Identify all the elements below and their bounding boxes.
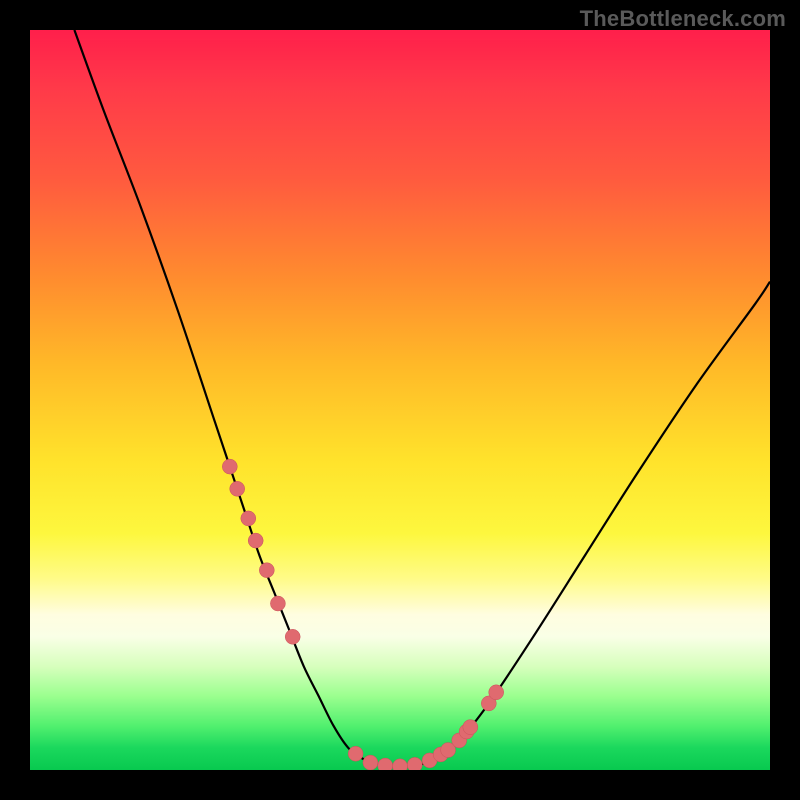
sample-dot [463,720,478,735]
attribution-watermark: TheBottleneck.com [580,6,786,32]
sample-dot [348,746,363,761]
gradient-plot-area [30,30,770,770]
sample-dot [378,758,393,770]
sample-dot [393,759,408,770]
sample-dot [489,685,504,700]
sample-dot [270,596,285,611]
sample-dot [222,459,237,474]
sample-dot [230,481,245,496]
sample-dots-group [222,459,503,770]
bottleneck-curve-svg [30,30,770,770]
sample-dot [285,629,300,644]
sample-dot [363,755,378,770]
bottleneck-curve-line [74,30,770,767]
sample-dot [248,533,263,548]
sample-dot [407,757,422,770]
sample-dot [241,511,256,526]
chart-frame: TheBottleneck.com [0,0,800,800]
sample-dot [259,563,274,578]
